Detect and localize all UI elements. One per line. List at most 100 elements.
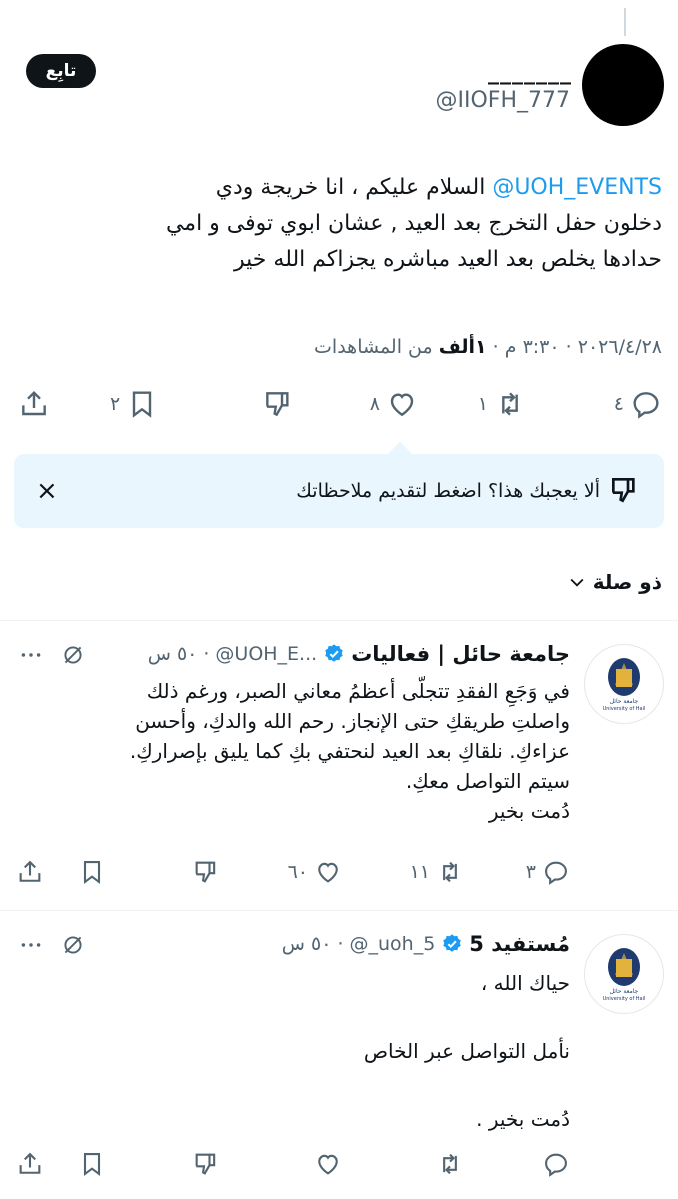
bookmark-icon: [78, 858, 106, 886]
dislike-action[interactable]: [262, 388, 294, 420]
reply-action[interactable]: ٣: [526, 858, 570, 886]
reply-header: مُستفيد 5 @_uoh_5 · ٥٠ س: [282, 932, 570, 956]
follow-button[interactable]: تابِع: [26, 54, 96, 88]
divider: [0, 620, 678, 621]
mention-link[interactable]: @UOH_EVENTS: [492, 175, 662, 200]
author-avatar[interactable]: [582, 44, 664, 126]
top-divider: [624, 8, 626, 36]
bookmark-icon: [78, 1150, 106, 1178]
like-icon: [314, 1150, 342, 1178]
author-handle[interactable]: @IIOFH_777: [436, 88, 570, 113]
dislike-icon: [192, 858, 220, 886]
retweet-count: ١: [477, 393, 488, 415]
retweet-action[interactable]: ١: [478, 388, 526, 420]
reply-action[interactable]: [536, 1150, 570, 1178]
reply-display-name[interactable]: جامعة حائل | فعاليات: [351, 642, 570, 666]
meta-dot: ·: [337, 933, 344, 955]
tweet-line-2: دخلون حفل التخرج بعد العيد , عشان ابوي ت…: [165, 211, 662, 236]
reply-line: حياك الله ،: [480, 971, 570, 995]
chevron-down-icon: [567, 572, 587, 592]
dislike-action[interactable]: [192, 858, 220, 886]
bookmark-action[interactable]: ٢: [110, 388, 158, 420]
reply-text: حياك الله ، نأمل التواصل عبر الخاص دُمت …: [18, 966, 570, 1136]
dislike-icon: [262, 388, 294, 420]
reply-handle[interactable]: @_uoh_5: [350, 933, 436, 955]
university-logo-icon: جامعة حائل University of Hail: [603, 658, 646, 712]
reply-avatar[interactable]: جامعة حائل University of Hail: [584, 644, 664, 724]
grok-icon[interactable]: [60, 642, 86, 668]
like-icon: [314, 858, 342, 886]
retweet-action[interactable]: [430, 1150, 464, 1178]
verified-icon: [441, 933, 463, 955]
share-icon: [18, 388, 50, 420]
reply-line: سيتم التواصل معكِ.: [405, 769, 570, 793]
share-action[interactable]: [16, 858, 44, 886]
grok-icon[interactable]: [60, 932, 86, 958]
close-icon[interactable]: ×: [36, 478, 58, 504]
share-action[interactable]: [16, 1150, 44, 1178]
tweet-time[interactable]: ٣:٣٠ م: [505, 336, 560, 358]
reply-icon: [542, 1150, 570, 1178]
tweet-date[interactable]: ٢٠٢٦/٤/٢٨: [578, 336, 662, 358]
bookmark-action[interactable]: [78, 1150, 106, 1178]
retweet-count: ١١: [409, 861, 430, 883]
tweet-line-1-text: السلام عليكم ، انا خريجة ودي: [215, 175, 493, 200]
reply-line: نأمل التواصل عبر الخاص: [363, 1039, 570, 1063]
reply-line: [18, 1000, 570, 1034]
university-logo-icon: جامعة حائل University of Hail: [603, 948, 646, 1002]
reply-avatar[interactable]: جامعة حائل University of Hail: [584, 934, 664, 1014]
share-action[interactable]: [18, 388, 50, 420]
bookmark-count: ٢: [110, 393, 121, 415]
tweet-line-3: حدادها يخلص بعد العيد مباشره يجزاكم الله…: [234, 247, 662, 272]
retweet-icon: [436, 1150, 464, 1178]
reply-time[interactable]: ٥٠ س: [148, 643, 198, 665]
verified-icon: [323, 643, 345, 665]
tweet-line-1: @UOH_EVENTS السلام عليكم ، انا خريجة ودي: [16, 170, 662, 206]
author-display-name[interactable]: _______: [488, 60, 572, 85]
like-action[interactable]: ٨: [370, 388, 418, 420]
retweet-action[interactable]: ١١: [410, 858, 464, 886]
meta-dot: ·: [559, 336, 572, 358]
views-label: من المشاهدات: [314, 336, 433, 358]
share-icon: [16, 858, 44, 886]
reply-display-name[interactable]: مُستفيد 5: [469, 932, 570, 956]
reply-line: دُمت بخير .: [476, 1107, 570, 1131]
feedback-text: ألا يعجبك هذا؟ اضغط لتقديم ملاحظاتك: [296, 480, 600, 502]
reply-count: ٣: [525, 861, 536, 883]
svg-text:جامعة حائل: جامعة حائل: [610, 698, 639, 705]
feedback-banner[interactable]: × ألا يعجبك هذا؟ اضغط لتقديم ملاحظاتك: [14, 441, 664, 528]
retweet-icon: [436, 858, 464, 886]
banner-pointer: [388, 441, 412, 465]
more-icon[interactable]: [18, 932, 44, 958]
related-header[interactable]: ذو صلة: [567, 570, 662, 594]
tweet-meta: ٢٠٢٦/٤/٢٨ · ٣:٣٠ م · ١ألف من المشاهدات: [314, 336, 662, 358]
reply-count: ٤: [613, 393, 624, 415]
reply-line: عزاءكِ. نلقاكِ بعد العيد لنحتفي بكِ كما …: [129, 739, 570, 763]
svg-text:University of Hail: University of Hail: [603, 706, 646, 712]
more-icon[interactable]: [18, 642, 44, 668]
meta-dot: ·: [203, 643, 210, 665]
reply-line: في وَجَعِ الفقدِ تتجلّى أعظمُ معاني الصب…: [146, 679, 570, 703]
dislike-action[interactable]: [192, 1150, 220, 1178]
like-count: ٨: [369, 393, 380, 415]
like-action[interactable]: ٦٠: [288, 858, 342, 886]
reply-action[interactable]: ٤: [614, 388, 662, 420]
reply-handle[interactable]: @UOH_E...: [215, 643, 317, 665]
svg-text:جامعة حائل: جامعة حائل: [610, 988, 639, 995]
bookmark-action[interactable]: [78, 858, 106, 886]
meta-dot: ·: [486, 336, 499, 358]
share-icon: [16, 1150, 44, 1178]
dislike-icon: [192, 1150, 220, 1178]
retweet-icon: [494, 388, 526, 420]
divider: [0, 910, 678, 911]
dislike-icon: [608, 474, 640, 506]
reply-header: جامعة حائل | فعاليات @UOH_E... · ٥٠ س: [148, 642, 570, 666]
svg-text:University of Hail: University of Hail: [603, 996, 646, 1002]
reply-text: في وَجَعِ الفقدِ تتجلّى أعظمُ معاني الصب…: [18, 676, 570, 826]
related-label: ذو صلة: [592, 570, 662, 594]
reply-time[interactable]: ٥٠ س: [282, 933, 332, 955]
like-icon: [386, 388, 418, 420]
reply-line: واصلتِ طريقكِ حتى الإنجاز. رحم الله والد…: [135, 709, 570, 733]
like-action[interactable]: [308, 1150, 342, 1178]
reply-line: دُمت بخير: [488, 799, 570, 823]
